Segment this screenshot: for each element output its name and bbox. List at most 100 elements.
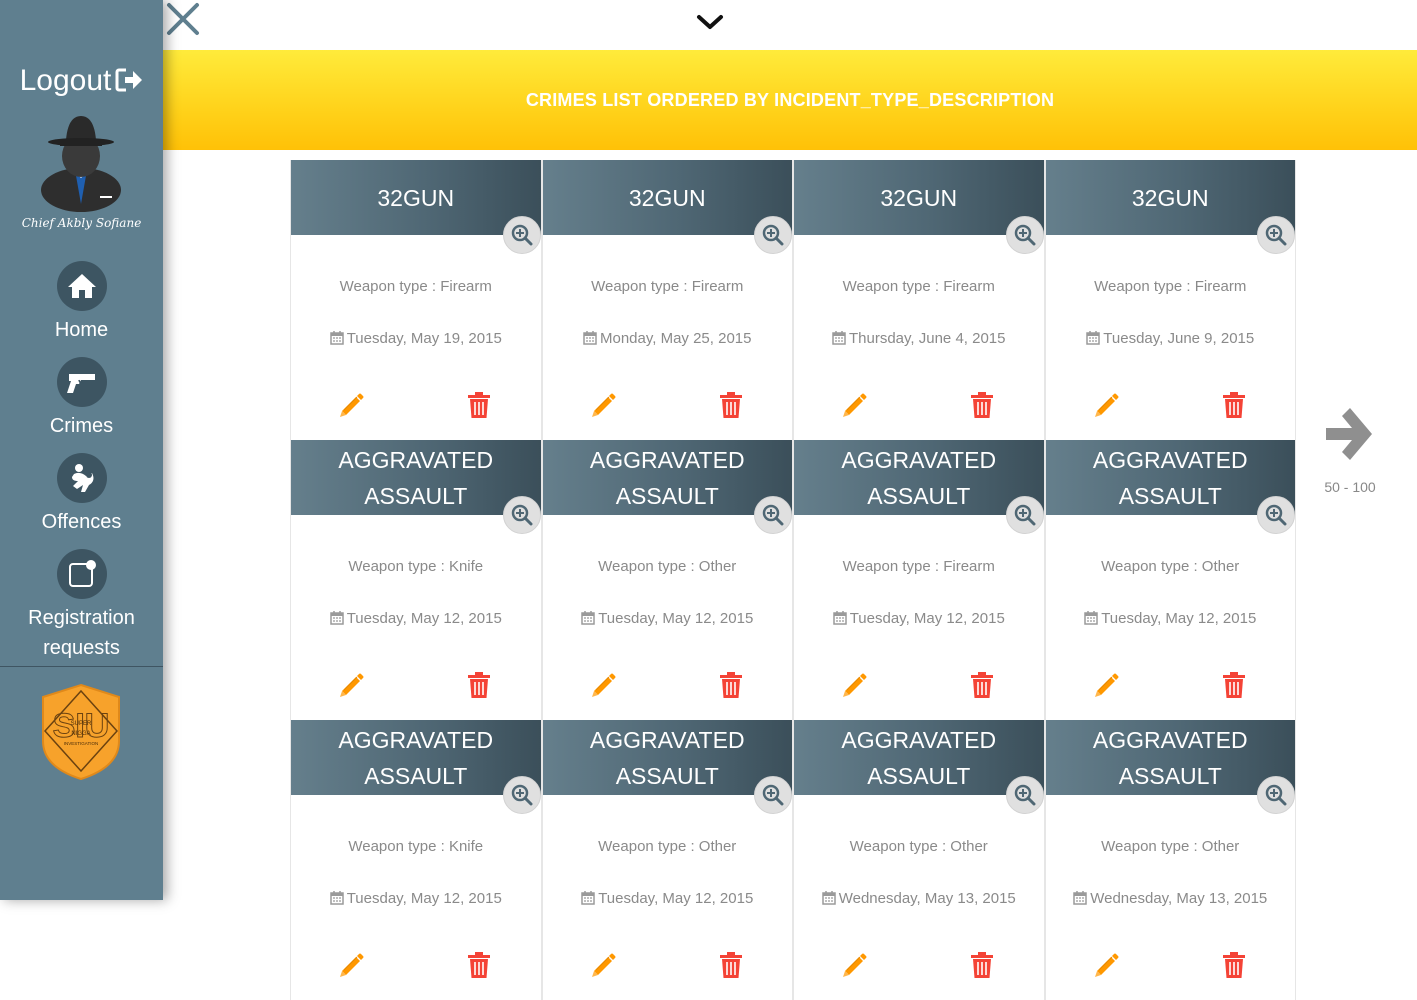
sidebar-item-crimes[interactable]: Crimes bbox=[0, 357, 163, 441]
crime-card-header: AGGRAVATED ASSAULT bbox=[542, 440, 792, 534]
zoom-in-icon bbox=[1014, 504, 1035, 526]
crime-date: Tuesday, June 9, 2015 bbox=[1046, 330, 1296, 347]
zoom-in-button[interactable] bbox=[1005, 216, 1044, 254]
gun-icon bbox=[56, 357, 107, 407]
crimes-grid: 32GUN Weapon type : Firearm Tuesday, May… bbox=[290, 160, 1296, 1000]
zoom-in-button[interactable] bbox=[754, 216, 792, 254]
crime-type: 32GUN bbox=[628, 184, 706, 211]
sidebar-divider bbox=[0, 666, 163, 667]
crime-date: Tuesday, May 12, 2015 bbox=[291, 890, 541, 907]
pencil-icon[interactable] bbox=[338, 391, 366, 419]
sidebar-item-home[interactable]: Home bbox=[0, 261, 163, 345]
siu-badge-logo: SIU SUPER NIGGA INVESTIGATION bbox=[42, 683, 120, 781]
weapon-type: Weapon type : Firearm bbox=[842, 278, 995, 295]
crime-card-header: AGGRAVATED ASSAULT bbox=[542, 720, 792, 814]
header-banner: CRIMES LIST ORDERED BY INCIDENT_TYPE_DES… bbox=[163, 50, 1417, 150]
weapon-type: Weapon type : Other bbox=[598, 558, 737, 575]
page-range: 50 - 100 bbox=[1324, 479, 1376, 495]
crime-date-text: Tuesday, May 12, 2015 bbox=[598, 890, 754, 907]
pencil-icon[interactable] bbox=[590, 951, 618, 979]
crime-date: Tuesday, May 12, 2015 bbox=[291, 610, 541, 627]
zoom-in-button[interactable] bbox=[502, 776, 541, 814]
sidebar-item-offences[interactable]: Offences bbox=[0, 453, 163, 537]
chevron-down-icon[interactable] bbox=[696, 12, 724, 32]
offence-icon bbox=[56, 453, 107, 503]
pencil-icon[interactable] bbox=[841, 391, 869, 419]
trash-icon[interactable] bbox=[718, 391, 744, 419]
close-icon[interactable] bbox=[166, 2, 200, 36]
crime-card-header: 32GUN bbox=[794, 160, 1044, 254]
crime-card: AGGRAVATED ASSAULT Weapon type : Other T… bbox=[541, 440, 793, 720]
zoom-in-button[interactable] bbox=[754, 496, 792, 534]
trash-icon[interactable] bbox=[1221, 671, 1247, 699]
zoom-in-button[interactable] bbox=[1257, 216, 1295, 254]
trash-icon[interactable] bbox=[969, 671, 995, 699]
calendar-icon bbox=[329, 891, 344, 905]
pencil-icon[interactable] bbox=[841, 671, 869, 699]
zoom-in-button[interactable] bbox=[1005, 496, 1044, 534]
pencil-icon[interactable] bbox=[590, 391, 618, 419]
pencil-icon[interactable] bbox=[1093, 391, 1121, 419]
zoom-in-button[interactable] bbox=[1005, 776, 1044, 814]
weapon-type: Weapon type : Other bbox=[849, 838, 988, 855]
trash-icon[interactable] bbox=[718, 671, 744, 699]
crime-card-header: AGGRAVATED ASSAULT bbox=[291, 440, 541, 534]
weapon-type: Weapon type : Knife bbox=[348, 838, 484, 855]
calendar-icon bbox=[1086, 331, 1101, 345]
trash-icon[interactable] bbox=[466, 951, 492, 979]
trash-icon[interactable] bbox=[466, 391, 492, 419]
pencil-icon[interactable] bbox=[841, 951, 869, 979]
trash-icon[interactable] bbox=[466, 671, 492, 699]
crime-card-header: 32GUN bbox=[1045, 160, 1295, 254]
pencil-icon[interactable] bbox=[338, 671, 366, 699]
calendar-icon bbox=[583, 331, 597, 345]
weapon-type: Weapon type : Firearm bbox=[842, 558, 995, 575]
zoom-in-button[interactable] bbox=[1257, 496, 1295, 534]
zoom-in-button[interactable] bbox=[502, 496, 541, 534]
zoom-in-icon bbox=[511, 504, 532, 526]
weapon-type: Weapon type : Other bbox=[598, 838, 737, 855]
trash-icon[interactable] bbox=[969, 951, 995, 979]
crime-card: 32GUN Weapon type : Firearm Thursday, Ju… bbox=[793, 160, 1045, 440]
pencil-icon[interactable] bbox=[1093, 951, 1121, 979]
zoom-in-button[interactable] bbox=[754, 776, 792, 814]
pencil-icon[interactable] bbox=[338, 951, 366, 979]
edit-square-icon bbox=[56, 549, 107, 599]
crime-date-text: Monday, May 25, 2015 bbox=[600, 330, 752, 347]
crime-type: AGGRAVATED ASSAULT bbox=[841, 726, 997, 789]
zoom-in-icon bbox=[1265, 504, 1287, 526]
trash-icon[interactable] bbox=[1221, 951, 1247, 979]
sidebar-item-registration-requests[interactable]: Registration requests bbox=[0, 549, 163, 663]
zoom-in-button[interactable] bbox=[502, 216, 541, 254]
trash-icon[interactable] bbox=[718, 951, 744, 979]
weapon-type: Weapon type : Firearm bbox=[339, 278, 492, 295]
logout-label: Logout bbox=[19, 64, 112, 97]
crime-date-text: Wednesday, May 13, 2015 bbox=[1090, 890, 1268, 907]
home-icon bbox=[56, 261, 107, 311]
crime-date: Tuesday, May 12, 2015 bbox=[543, 610, 793, 627]
trash-icon[interactable] bbox=[969, 391, 995, 419]
calendar-icon bbox=[832, 331, 846, 345]
zoom-in-button[interactable] bbox=[1257, 776, 1295, 814]
trash-icon[interactable] bbox=[1221, 391, 1247, 419]
crime-date-text: Tuesday, May 12, 2015 bbox=[1101, 610, 1257, 627]
crime-card: AGGRAVATED ASSAULT Weapon type : Knife T… bbox=[290, 440, 542, 720]
crime-date-text: Tuesday, June 9, 2015 bbox=[1103, 330, 1255, 347]
crime-card: 32GUN Weapon type : Firearm Tuesday, Jun… bbox=[1044, 160, 1296, 440]
zoom-in-icon bbox=[1265, 784, 1287, 806]
crime-date-text: Tuesday, May 12, 2015 bbox=[598, 610, 754, 627]
crime-date: Monday, May 25, 2015 bbox=[543, 330, 793, 347]
calendar-icon bbox=[329, 611, 344, 625]
crime-type: AGGRAVATED ASSAULT bbox=[589, 446, 745, 509]
crime-date: Thursday, June 4, 2015 bbox=[794, 330, 1044, 347]
calendar-icon bbox=[1084, 611, 1098, 625]
crime-card-header: AGGRAVATED ASSAULT bbox=[291, 720, 541, 814]
arrow-right-icon[interactable] bbox=[1322, 406, 1376, 462]
pencil-icon[interactable] bbox=[1093, 671, 1121, 699]
crime-date-text: Tuesday, May 12, 2015 bbox=[849, 610, 1005, 627]
logout-button[interactable]: Logout bbox=[0, 64, 163, 98]
pencil-icon[interactable] bbox=[590, 671, 618, 699]
crime-card: AGGRAVATED ASSAULT Weapon type : Firearm… bbox=[793, 440, 1045, 720]
weapon-type: Weapon type : Firearm bbox=[1094, 278, 1247, 295]
crime-card-header: 32GUN bbox=[542, 160, 792, 254]
